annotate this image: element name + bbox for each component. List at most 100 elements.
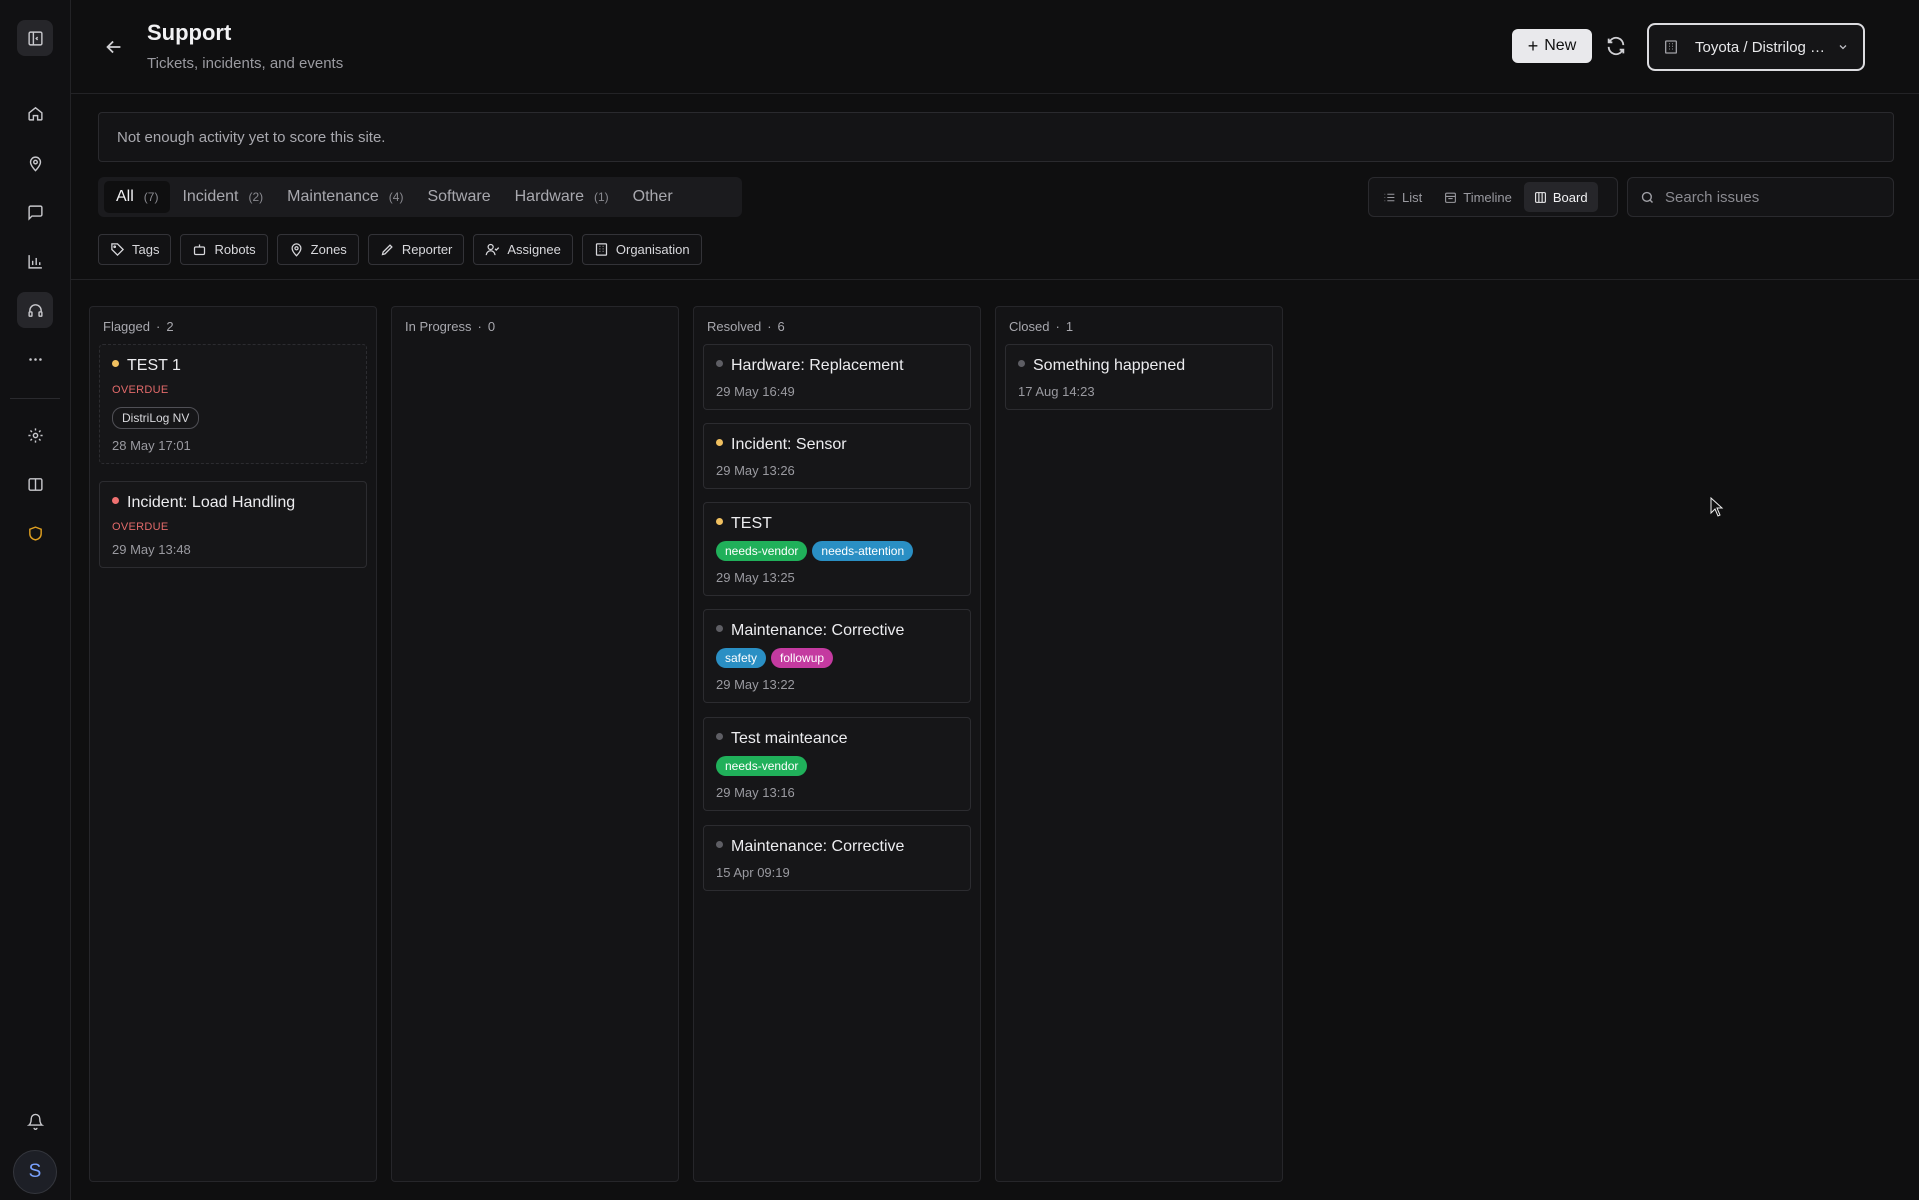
issue-title: Incident: Sensor (731, 436, 847, 453)
tab-label: Maintenance (287, 188, 379, 205)
refresh-icon[interactable] (1605, 35, 1627, 57)
chat-icon (27, 204, 43, 221)
issue-card[interactable]: Hardware: Replacement 29 May 16:49 (703, 344, 971, 410)
banner-text: Not enough activity yet to score this si… (117, 128, 386, 146)
sidebar-toggle-button[interactable] (17, 20, 53, 56)
status-dot (716, 438, 723, 446)
board-column-in-progress: In Progress · 0 (391, 306, 679, 1182)
sidebar-item-security[interactable] (17, 515, 53, 551)
tab-label: Hardware (514, 188, 584, 205)
column-count: 0 (487, 319, 496, 334)
filter-assignee[interactable]: Assignee (473, 234, 573, 265)
issue-card[interactable]: Incident: Sensor 29 May 13:26 (703, 423, 971, 489)
tab-hardware[interactable]: Hardware (1) (503, 181, 621, 213)
status-dot (716, 359, 723, 367)
sidebar-item-locations[interactable] (17, 145, 53, 181)
issue-date: 29 May 13:16 (716, 785, 795, 800)
issue-card[interactable]: TEST 1 OVERDUE DistriLog NV 28 May 17:01 (99, 344, 367, 464)
issue-date: 29 May 13:48 (112, 542, 191, 557)
issue-date: 29 May 13:25 (716, 570, 795, 585)
tab-label: Software (427, 188, 491, 205)
issue-date: 29 May 16:49 (716, 384, 795, 399)
tab-maintenance[interactable]: Maintenance (4) (275, 181, 415, 213)
plus-icon: + (1527, 36, 1539, 56)
issue-title: Hardware: Replacement (731, 357, 904, 374)
sidebar-item-more[interactable] (17, 341, 53, 377)
issue-card[interactable]: Maintenance: Corrective safety followup … (703, 609, 971, 703)
tab-other[interactable]: Other (621, 181, 685, 213)
avatar[interactable]: S (13, 1150, 57, 1194)
notifications-button[interactable] (17, 1103, 53, 1139)
sidebar-item-settings[interactable] (17, 417, 53, 453)
chevron-down-icon (1839, 45, 1847, 50)
page-title: Support (147, 20, 232, 45)
view-timeline-button[interactable]: Timeline (1434, 182, 1522, 212)
filter-tags[interactable]: Tags (98, 234, 172, 265)
column-header: Resolved · 6 (707, 319, 785, 334)
tab-label: Incident (182, 188, 239, 205)
tab-all[interactable]: All (7) (104, 181, 171, 213)
map-pin-icon (29, 155, 41, 172)
user-check-icon (486, 243, 500, 256)
calendar-icon (1445, 192, 1457, 203)
tag-needs-vendor: needs-vendor (716, 756, 808, 776)
column-count: 2 (166, 319, 174, 334)
issue-card[interactable]: TEST needs-vendor needs-attention 29 May… (703, 502, 971, 596)
view-mode-toggle: List Timeline Board (1368, 177, 1618, 217)
tab-incident[interactable]: Incident (2) (170, 181, 275, 213)
sidebar: S (0, 0, 71, 1200)
sidebar-item-docs[interactable] (17, 466, 53, 502)
tag-needs-vendor: needs-vendor (716, 541, 808, 561)
tab-count: (7) (143, 190, 159, 204)
issue-title: Incident: Load Handling (127, 494, 296, 511)
issue-date: 29 May 13:26 (716, 463, 795, 478)
filter-label: Organisation (615, 242, 690, 257)
filter-label: Tags (132, 242, 160, 257)
status-dot (716, 517, 723, 525)
issue-card[interactable]: Maintenance: Corrective 15 Apr 09:19 (703, 825, 971, 891)
tag-safety: safety (716, 648, 767, 668)
filter-reporter[interactable]: Reporter (367, 234, 465, 265)
new-button[interactable]: + New (1512, 29, 1592, 63)
more-horizontal-icon (28, 357, 42, 361)
issue-title: TEST (731, 515, 772, 532)
filter-robots[interactable]: Robots (180, 234, 268, 265)
sidebar-item-analytics[interactable] (17, 243, 53, 279)
organisation-selector[interactable]: Toyota / Distrilog —... (1647, 23, 1865, 71)
tab-software[interactable]: Software (415, 181, 502, 213)
new-button-label: New (1544, 37, 1577, 54)
tag-icon (111, 243, 125, 257)
filter-zones[interactable]: Zones (276, 234, 359, 265)
column-title: Resolved (707, 319, 762, 334)
sidebar-item-support[interactable] (17, 292, 53, 328)
filter-label: Assignee (507, 242, 561, 257)
board-column-closed: Closed · 1 Something happened 17 Aug 14:23 (995, 306, 1283, 1182)
page-header: Support Tickets, incidents, and events +… (71, 0, 1919, 94)
filter-organisation[interactable]: Organisation (581, 234, 702, 265)
view-list-button[interactable]: List (1373, 182, 1432, 212)
sidebar-item-messages[interactable] (17, 194, 53, 230)
filter-label: Robots (214, 242, 256, 257)
tab-count: (4) (388, 190, 404, 204)
view-board-button[interactable]: Board (1523, 182, 1598, 212)
category-tabs: All (7) Incident (2) Maintenance (4) Softwa… (98, 177, 742, 217)
divider (71, 279, 1919, 280)
issue-card[interactable]: Test mainteance needs-vendor 29 May 13:1… (703, 717, 971, 811)
status-dot (112, 496, 119, 504)
issue-card[interactable]: Something happened 17 Aug 14:23 (1005, 344, 1273, 410)
search-input[interactable] (1665, 188, 1865, 206)
sidebar-item-home[interactable] (17, 95, 53, 131)
status-dot (716, 732, 723, 740)
issue-card[interactable]: Incident: Load Handling OVERDUE 29 May 1… (99, 481, 367, 568)
home-icon (27, 106, 43, 121)
column-count: 6 (777, 319, 785, 334)
pen-icon (381, 244, 393, 256)
back-arrow-icon[interactable] (103, 36, 125, 58)
issue-date: 15 Apr 09:19 (716, 865, 790, 880)
book-icon (27, 477, 43, 491)
view-list-label: List (1402, 189, 1423, 205)
tab-label: Other (632, 188, 673, 205)
tag-needs-attention: needs-attention (812, 541, 914, 561)
site-score-banner: Not enough activity yet to score this si… (98, 112, 1894, 162)
sidebar-panel-icon (27, 30, 43, 46)
